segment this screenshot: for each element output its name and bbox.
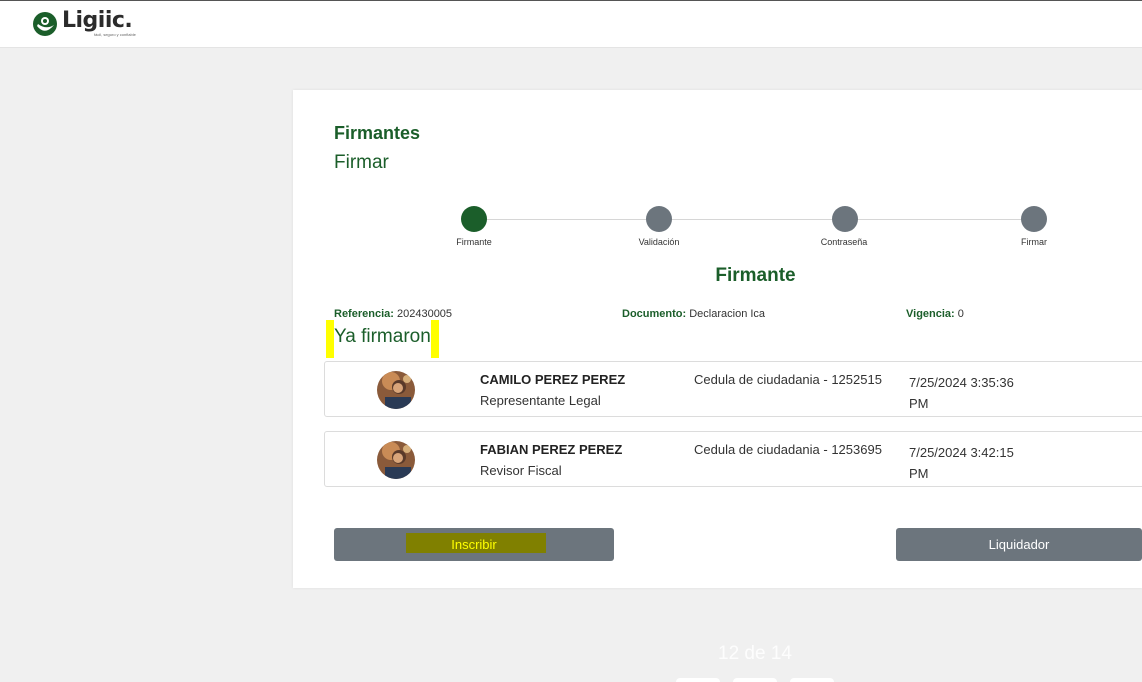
step-label-firmar: Firmar bbox=[1021, 237, 1047, 247]
signers-card: Firmantes Firmar Firmante Validación Con… bbox=[293, 90, 1142, 588]
signer-name: CAMILO PEREZ PEREZ bbox=[480, 372, 626, 387]
liquidador-button[interactable]: Liquidador bbox=[896, 528, 1142, 561]
signed-title: Ya firmaron bbox=[334, 326, 431, 347]
logo-mark-icon bbox=[33, 12, 57, 36]
stepper-line bbox=[475, 219, 1035, 220]
signer-date: 7/25/2024 3:35:36 PM bbox=[909, 375, 1014, 411]
stepper: Firmante Validación Contraseña Firmar bbox=[293, 90, 1142, 260]
highlight-marker-right bbox=[430, 320, 439, 358]
inscribir-button[interactable]: Inscribir bbox=[334, 528, 614, 561]
pager-next-button[interactable] bbox=[790, 678, 834, 682]
vigencia-value: 0 bbox=[957, 308, 964, 320]
signer-row: FABIAN PEREZ PEREZ Revisor Fiscal Cedula… bbox=[324, 431, 1142, 487]
pager-grid-button[interactable] bbox=[733, 678, 777, 682]
inscribir-label: Inscribir bbox=[451, 537, 497, 552]
highlight-marker-left bbox=[326, 320, 334, 358]
step-dot-contrasena[interactable] bbox=[832, 206, 858, 232]
signer-row: CAMILO PEREZ PEREZ Representante Legal C… bbox=[324, 361, 1142, 417]
avatar bbox=[377, 371, 415, 409]
step-label-validacion: Validación bbox=[638, 237, 680, 247]
signed-title-wrapper: Ya firmaron bbox=[326, 320, 439, 358]
info-referencia: Referencia: 202430005 bbox=[334, 308, 452, 320]
step-dot-validacion[interactable] bbox=[646, 206, 672, 232]
vigencia-key: Vigencia: bbox=[906, 308, 955, 320]
step-dot-firmante[interactable] bbox=[461, 206, 487, 232]
signer-document: Cedula de ciudadania - 1252515 bbox=[694, 372, 882, 387]
signer-role: Representante Legal bbox=[480, 393, 601, 408]
logo-text: Ligiic. bbox=[62, 8, 133, 33]
documento-key: Documento: bbox=[622, 308, 687, 320]
step-label-contrasena: Contraseña bbox=[820, 237, 868, 247]
page-indicator: 12 de 14 bbox=[718, 643, 792, 664]
step-label-firmante: Firmante bbox=[456, 237, 492, 247]
signer-role: Revisor Fiscal bbox=[480, 463, 562, 478]
section-title: Firmante bbox=[715, 265, 796, 286]
avatar bbox=[377, 441, 415, 479]
top-navbar: Ligiic. fácil, seguro y confiable bbox=[0, 0, 1142, 48]
referencia-value: 202430005 bbox=[396, 308, 453, 320]
signer-date: 7/25/2024 3:42:15 PM bbox=[909, 445, 1014, 481]
referencia-key: Referencia: bbox=[334, 308, 394, 320]
signer-document: Cedula de ciudadania - 1253695 bbox=[694, 442, 882, 457]
logo-tagline: fácil, seguro y confiable bbox=[94, 32, 136, 37]
info-vigencia: Vigencia: 0 bbox=[906, 308, 964, 320]
documento-value: Declaracion Ica bbox=[689, 308, 766, 320]
pager-prev-button[interactable] bbox=[676, 678, 720, 682]
logo[interactable]: Ligiic. fácil, seguro y confiable bbox=[32, 8, 172, 41]
info-documento: Documento: Declaracion Ica bbox=[622, 308, 765, 320]
signer-name: FABIAN PEREZ PEREZ bbox=[480, 442, 623, 457]
step-dot-firmar[interactable] bbox=[1021, 206, 1047, 232]
